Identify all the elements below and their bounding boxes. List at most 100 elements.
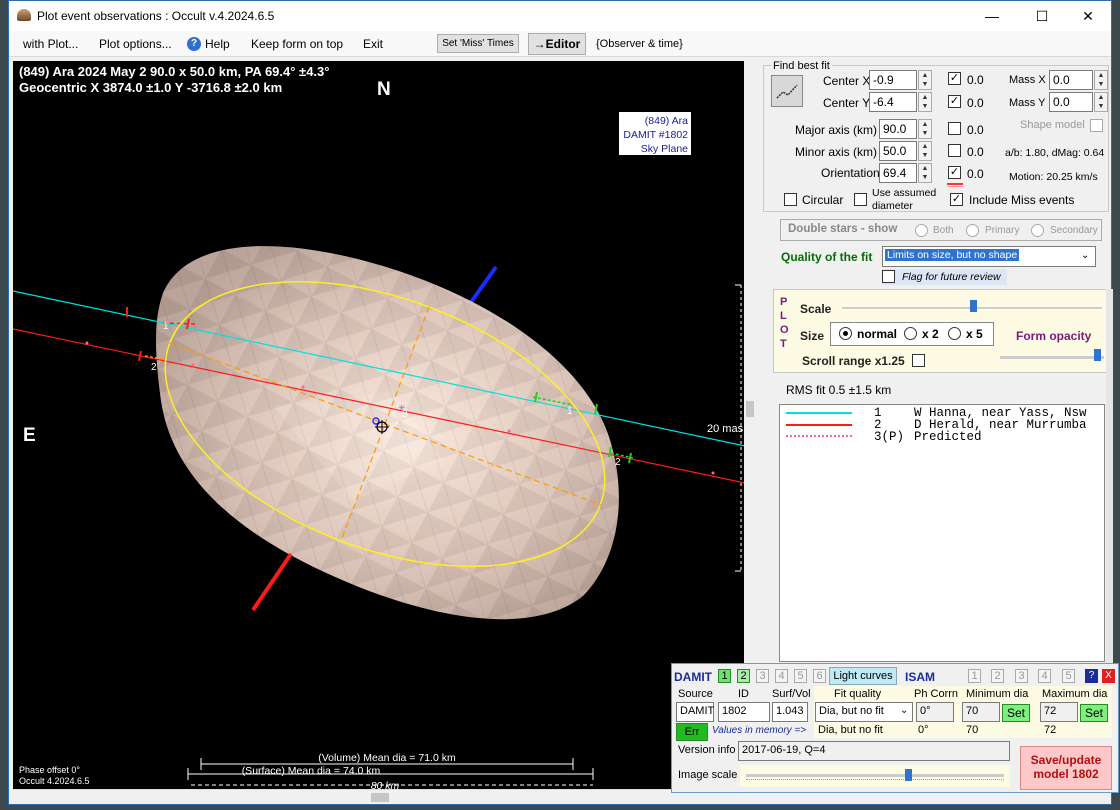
major-axis-label: Major axis (km)	[795, 123, 878, 137]
size-x2-radio[interactable]	[904, 327, 917, 340]
editor-button[interactable]: →Editor	[528, 33, 586, 55]
legend-line-1	[786, 412, 852, 414]
mass-y-input[interactable]: 0.0	[1049, 92, 1093, 112]
mass-x-label: Mass X	[1009, 74, 1046, 86]
max-dia-set-button[interactable]: Set	[1080, 704, 1108, 722]
use-assumed-diameter-checkbox[interactable]	[854, 193, 867, 206]
center-x-label: Center X	[823, 74, 871, 88]
minor-axis-fit-checkbox[interactable]	[948, 144, 961, 157]
mass-x-spinner[interactable]: ▲ ▼	[1094, 70, 1108, 90]
quality-of-fit-select[interactable]: Limits on size, but no shape ⌄	[882, 246, 1096, 267]
center-x-input[interactable]: -0.9	[869, 70, 917, 90]
center-x-spinner[interactable]: ▲ ▼	[918, 70, 932, 90]
orientation-fit-checkbox[interactable]: ✓	[948, 166, 961, 179]
damit-tab-3[interactable]: 3	[756, 669, 769, 683]
flag-review-checkbox[interactable]	[882, 270, 895, 283]
image-scale-thumb[interactable]	[905, 769, 912, 781]
max-dia-field[interactable]: 72	[1040, 702, 1078, 722]
ph-corrn-field[interactable]: 0°	[916, 702, 954, 722]
model-number-label: model 1802	[1033, 767, 1099, 781]
fit-quality-memory: Dia, but no fit	[818, 724, 883, 736]
isam-tab-1[interactable]: 1	[968, 669, 981, 683]
err-button[interactable]: Err	[676, 723, 708, 741]
mass-y-spinner[interactable]: ▲ ▼	[1094, 92, 1108, 112]
plot-header-line1: (849) Ara 2024 May 2 90.0 x 50.0 km, PA …	[19, 64, 329, 79]
km-scale-label: 80 km	[371, 780, 400, 789]
mass-y-label: Mass Y	[1009, 97, 1046, 109]
menu-plot-options[interactable]: Plot options...	[99, 37, 172, 51]
find-best-fit-button[interactable]	[771, 75, 803, 107]
form-opacity-slider[interactable]	[1000, 356, 1104, 359]
both-radio[interactable]	[915, 224, 928, 237]
include-miss-checkbox[interactable]: ✓	[950, 193, 963, 206]
minor-axis-uncertainty: 0.0	[967, 145, 984, 159]
plot-letter: O	[780, 324, 789, 336]
minor-axis-input[interactable]: 50.0	[879, 141, 917, 161]
close-button[interactable]: ✕	[1065, 1, 1111, 31]
major-axis-spinner[interactable]: ▲ ▼	[918, 119, 932, 139]
panel-scrollbar[interactable]	[1106, 289, 1113, 664]
menu-keep-form-on-top[interactable]: Keep form on top	[251, 37, 343, 51]
shape-model-checkbox[interactable]	[1090, 119, 1103, 132]
rms-fit-label: RMS fit 0.5 ±1.5 km	[786, 383, 892, 397]
orientation-spinner[interactable]: ▲ ▼	[918, 163, 932, 183]
damit-label: DAMIT	[674, 670, 712, 684]
observer-legend: 1 W Hanna, near Yass, Nsw 2 D Herald, ne…	[779, 404, 1105, 662]
isam-tab-4[interactable]: 4	[1038, 669, 1051, 683]
light-curves-button[interactable]: Light curves	[829, 667, 897, 685]
center-y-spinner[interactable]: ▲ ▼	[918, 92, 932, 112]
isam-tab-5[interactable]: 5	[1062, 669, 1075, 683]
scroll-range-label: Scroll range x1.25	[802, 354, 905, 368]
orientation-input[interactable]: 69.4	[879, 163, 917, 183]
center-y-fit-checkbox[interactable]: ✓	[948, 95, 961, 108]
damit-tab-2[interactable]: 2	[737, 669, 750, 683]
source-field[interactable]: DAMIT	[676, 702, 714, 722]
min-dia-field[interactable]: 70	[962, 702, 1000, 722]
surfvol-field[interactable]: 1.043	[772, 702, 808, 722]
chord-label: 2	[615, 457, 621, 468]
major-axis-fit-checkbox[interactable]	[948, 122, 961, 135]
damit-tab-6[interactable]: 6	[813, 669, 826, 683]
observer-time-label[interactable]: {Observer & time}	[596, 38, 683, 50]
scroll-range-checkbox[interactable]	[912, 354, 925, 367]
scroll-thumb[interactable]	[371, 793, 389, 802]
size-normal-label: normal	[857, 327, 898, 341]
primary-radio[interactable]	[966, 224, 979, 237]
isam-tab-3[interactable]: 3	[1015, 669, 1028, 683]
menu-help[interactable]: Help	[205, 37, 230, 51]
image-scale-slider[interactable]	[740, 765, 1010, 787]
scroll-thumb[interactable]	[746, 401, 754, 417]
menu-exit[interactable]: Exit	[363, 37, 383, 51]
plot-canvas[interactable]: 1 2 1 2 3 ✳ (849) Ara 2024 May 2 90.0 x …	[13, 61, 745, 789]
maximize-button[interactable]: ☐	[1019, 1, 1065, 31]
min-dia-set-button[interactable]: Set	[1002, 704, 1030, 722]
fit-quality-select[interactable]: Dia, but no fit ⌄	[815, 702, 913, 722]
scale-slider-thumb[interactable]	[970, 300, 977, 312]
set-miss-times-button[interactable]: Set 'Miss' Times	[437, 34, 519, 53]
id-field[interactable]: 1802	[718, 702, 770, 722]
save-update-button[interactable]: Save/update model 1802	[1020, 746, 1112, 790]
version-info-field[interactable]: 2017-06-19, Q=4	[738, 741, 1010, 761]
minimize-button[interactable]: —	[969, 1, 1015, 31]
mass-x-input[interactable]: 0.0	[1049, 70, 1093, 90]
center-y-input[interactable]: -6.4	[869, 92, 917, 112]
model-label-line1: (849) Ara	[645, 115, 688, 127]
damit-tab-1[interactable]: 1	[718, 669, 731, 683]
size-normal-radio[interactable]	[839, 327, 852, 340]
damit-tab-5[interactable]: 5	[794, 669, 807, 683]
size-x5-radio[interactable]	[948, 327, 961, 340]
major-axis-input[interactable]: 90.0	[879, 119, 917, 139]
secondary-radio[interactable]	[1031, 224, 1044, 237]
menu-with-plot[interactable]: with Plot...	[23, 37, 78, 51]
damit-tab-4[interactable]: 4	[775, 669, 788, 683]
plot-horizontal-scrollbar[interactable]	[13, 789, 745, 804]
minor-axis-spinner[interactable]: ▲ ▼	[918, 141, 932, 161]
legend-line-2	[786, 424, 852, 426]
close-panel-button[interactable]: X	[1102, 669, 1115, 683]
center-x-fit-checkbox[interactable]: ✓	[948, 72, 961, 85]
window-title: Plot event observations : Occult v.4.202…	[37, 9, 275, 23]
isam-tab-2[interactable]: 2	[991, 669, 1004, 683]
help-button[interactable]: ?	[1085, 669, 1098, 683]
circular-checkbox[interactable]	[784, 193, 797, 206]
form-opacity-slider-thumb[interactable]	[1094, 349, 1101, 361]
